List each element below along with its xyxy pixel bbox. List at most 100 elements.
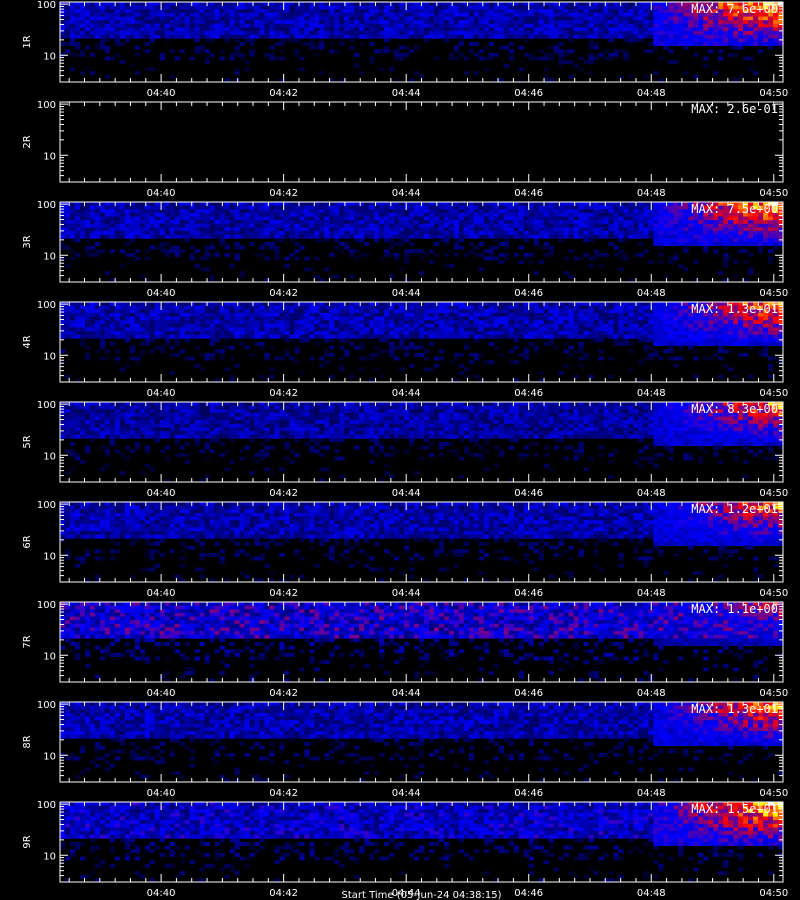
heatmap-cell [344, 216, 350, 221]
heatmap-cell [493, 216, 500, 221]
heatmap-cell [204, 249, 210, 254]
heatmap-cell [478, 23, 485, 28]
heatmap-cell [553, 5, 559, 10]
heatmap-cell [224, 27, 230, 32]
heatmap-cell [99, 20, 106, 25]
heatmap-cell [453, 242, 460, 246]
heatmap-cell [174, 209, 180, 214]
heatmap-cell [174, 20, 180, 25]
heatmap-cell [588, 16, 594, 21]
heatmap-cell [648, 31, 654, 36]
heatmap-cell [438, 316, 445, 321]
heatmap-cell [678, 309, 684, 314]
heatmap-cell [498, 234, 505, 239]
heatmap-cell [60, 220, 66, 225]
heatmap-cell [498, 209, 505, 214]
heatmap-cell [409, 212, 415, 217]
heatmap-cell [119, 12, 126, 17]
heatmap-cell [658, 209, 664, 214]
heatmap-cell [354, 2, 360, 6]
heatmap-cell [234, 2, 240, 6]
heatmap-cell [229, 23, 235, 28]
heatmap-cell [129, 305, 136, 310]
heatmap-cell [753, 216, 759, 221]
heatmap-cell [359, 71, 365, 76]
heatmap-cell [344, 209, 350, 214]
heatmap-cell [299, 231, 305, 236]
heatmap-cell [508, 316, 515, 321]
heatmap-cell [244, 20, 250, 25]
heatmap-cell [389, 5, 395, 10]
heatmap-cell [364, 31, 370, 36]
heatmap-cell [653, 2, 659, 6]
heatmap-cell [683, 305, 689, 310]
heatmap-cell [159, 312, 166, 317]
heatmap-cell [264, 212, 270, 217]
heatmap-cell [129, 12, 136, 17]
heatmap-cell [593, 249, 599, 254]
heatmap-cell [493, 223, 500, 228]
heatmap-cell [259, 12, 265, 17]
heatmap-cell [354, 9, 360, 14]
heatmap-cell [703, 220, 709, 225]
heatmap-cell [453, 209, 460, 214]
heatmap-cell [498, 9, 505, 14]
heatmap-cell [508, 209, 515, 214]
heatmap-cell [503, 309, 510, 314]
heatmap-cell [74, 16, 81, 21]
heatmap-cell [199, 256, 205, 261]
heatmap-cell [628, 305, 634, 310]
heatmap-cell [74, 227, 81, 232]
heatmap-cell [468, 320, 475, 325]
heatmap-cell [673, 16, 679, 21]
heatmap-cell [374, 320, 380, 325]
heatmap-cell [339, 5, 345, 10]
heatmap-cell [209, 216, 215, 221]
heatmap-cell [683, 23, 689, 28]
heatmap-cell [224, 323, 230, 328]
heatmap-cell [748, 238, 754, 243]
heatmap-cell [414, 227, 420, 232]
heatmap-cell [483, 212, 490, 217]
heatmap-cell [528, 260, 534, 265]
heatmap-cell [678, 305, 684, 310]
heatmap-cell [423, 16, 430, 21]
heatmap-cell [673, 205, 679, 210]
heatmap-cell [139, 23, 146, 28]
heatmap-cell [698, 238, 704, 243]
heatmap-cell [488, 252, 495, 257]
heatmap-cell [104, 49, 111, 54]
heatmap-cell [144, 323, 151, 328]
heatmap-cell [553, 2, 559, 6]
heatmap-cell [573, 12, 579, 17]
heatmap-cell [119, 2, 126, 6]
heatmap-cell [309, 45, 315, 50]
heatmap-cell [768, 38, 774, 43]
heatmap-cell [179, 227, 185, 232]
heatmap-cell [404, 52, 410, 57]
heatmap-cell [673, 227, 679, 232]
heatmap-cell [304, 267, 310, 272]
heatmap-cell [134, 71, 141, 76]
heatmap-cell [498, 5, 505, 10]
heatmap-cell [508, 49, 515, 54]
heatmap-cell [518, 305, 525, 310]
heatmap-cell [748, 223, 754, 228]
x-tick-label: 04:40 [147, 288, 176, 299]
heatmap-cell [538, 216, 544, 221]
heatmap-cell [214, 302, 220, 306]
heatmap-cell [438, 320, 445, 325]
heatmap-cell [648, 12, 654, 17]
heatmap-cell [229, 263, 235, 268]
heatmap-cell [94, 216, 101, 221]
heatmap-cell [324, 209, 330, 214]
heatmap-cell [743, 20, 749, 25]
heatmap-cell [394, 16, 400, 21]
heatmap-cell [518, 27, 525, 32]
heatmap-cell [104, 220, 111, 225]
heatmap-cell [374, 23, 380, 28]
heatmap-cell [673, 302, 679, 306]
heatmap-cell [60, 42, 66, 46]
heatmap-cell [758, 16, 764, 21]
heatmap-cell [134, 231, 141, 236]
